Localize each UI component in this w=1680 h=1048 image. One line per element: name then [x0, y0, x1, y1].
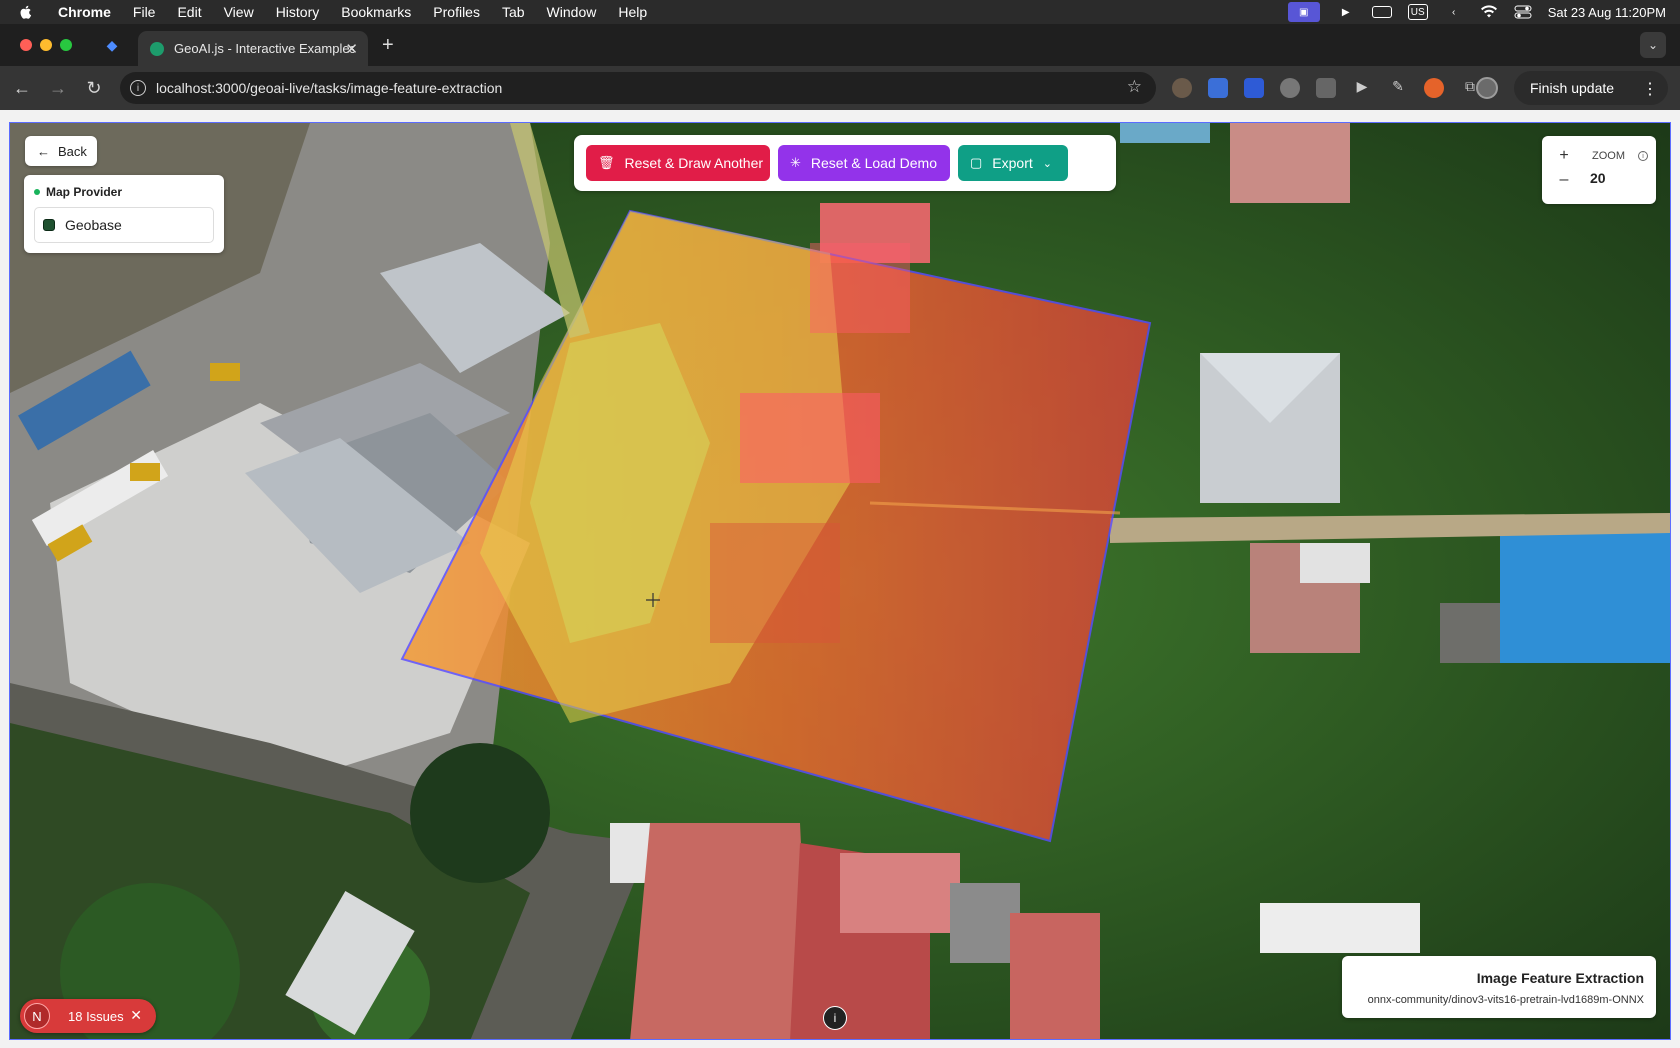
export-button[interactable]: ▢ Export ⌄	[958, 145, 1068, 181]
zoom-info-icon[interactable]: i	[1638, 151, 1648, 161]
action-toolbar: 🗑 Reset & Draw Another ✳ Reset & Load De…	[574, 135, 1116, 191]
browser-toolbar: ← → ↻ i localhost:3000/geoai-live/tasks/…	[0, 66, 1680, 110]
menu-history[interactable]: History	[276, 4, 320, 20]
forward-arrow-icon[interactable]: →	[46, 76, 70, 100]
new-tab-icon[interactable]: +	[382, 34, 394, 57]
crosshair-cursor-icon	[646, 593, 660, 607]
extension-stack-icon[interactable]	[1316, 78, 1336, 98]
export-label: Export	[992, 155, 1033, 171]
extension-eyedropper-icon[interactable]: ✎	[1388, 78, 1408, 98]
reset-load-demo-button[interactable]: ✳ Reset & Load Demo	[778, 145, 950, 181]
control-center-icon[interactable]	[1514, 5, 1532, 19]
zoom-in-button[interactable]: +	[1556, 147, 1572, 164]
reset-demo-label: Reset & Load Demo	[810, 155, 937, 171]
extension-shield-icon[interactable]	[1244, 78, 1264, 98]
status-area: ▣ ▶ US ‹ Sat 23 Aug 11:20PM	[1287, 0, 1666, 24]
chevron-left-icon[interactable]: ‹	[1444, 4, 1464, 20]
satellite-imagery[interactable]	[10, 123, 1671, 1040]
back-button[interactable]: ← Back	[25, 136, 97, 166]
zoom-control: + – ZOOM i 20	[1542, 136, 1656, 204]
extension-circle-icon[interactable]	[1280, 78, 1300, 98]
clock[interactable]: Sat 23 Aug 11:20PM	[1548, 5, 1666, 20]
extension-target-icon[interactable]	[1424, 78, 1444, 98]
map-provider-panel: Map Provider Geobase	[24, 175, 224, 253]
menu-profiles[interactable]: Profiles	[433, 4, 480, 20]
window-controls	[20, 39, 72, 51]
menu-edit[interactable]: Edit	[177, 4, 201, 20]
map-info-icon[interactable]: i	[823, 1006, 847, 1030]
tab-search-chevron-icon[interactable]: ⌄	[1640, 32, 1666, 58]
map-canvas[interactable]: ← Back Map Provider Geobase 🗑 Reset & Dr…	[9, 122, 1671, 1040]
page-viewport: ← Back Map Provider Geobase 🗑 Reset & Dr…	[0, 110, 1680, 1048]
geobase-icon	[43, 219, 55, 231]
more-vert-icon[interactable]: ⋮	[1642, 79, 1658, 99]
keyboard-icon[interactable]	[1371, 6, 1392, 18]
url-text[interactable]: localhost:3000/geoai-live/tasks/image-fe…	[156, 80, 502, 96]
menu-app-chrome[interactable]: Chrome	[58, 4, 111, 20]
zoom-window-button[interactable]	[60, 39, 72, 51]
site-info-icon[interactable]: i	[130, 80, 146, 96]
close-window-button[interactable]	[20, 39, 32, 51]
menu-view[interactable]: View	[224, 4, 254, 20]
close-tab-icon[interactable]: ✕	[345, 40, 358, 58]
tab-strip: ◆ GeoAI.js - Interactive Examples ✕ + ⌄	[0, 24, 1680, 66]
back-arrow-icon[interactable]: ←	[10, 76, 34, 100]
geoai-favicon-icon	[150, 41, 164, 56]
tab-geoai[interactable]: GeoAI.js - Interactive Examples ✕	[138, 31, 368, 66]
task-title: Image Feature Extraction	[1476, 970, 1644, 986]
profile-avatar[interactable]	[1476, 77, 1498, 99]
close-icon[interactable]: ✕	[130, 1007, 142, 1024]
wifi-icon[interactable]	[1480, 5, 1498, 19]
address-bar[interactable]: i localhost:3000/geoai-live/tasks/image-…	[120, 72, 1156, 104]
menu-file[interactable]: File	[133, 4, 156, 20]
chevron-down-icon: ⌄	[1042, 157, 1052, 170]
task-info-card: Image Feature Extraction onnx-community/…	[1342, 956, 1656, 1018]
reset-draw-another-button[interactable]: 🗑 Reset & Draw Another	[586, 145, 770, 181]
file-icon: ▢	[970, 155, 983, 170]
status-dot-icon	[34, 189, 40, 195]
provider-option-geobase[interactable]: Geobase	[34, 207, 214, 243]
finish-update-label: Finish update	[1530, 80, 1615, 96]
menu-tab[interactable]: Tab	[502, 4, 525, 20]
play-icon[interactable]: ▶	[1336, 4, 1356, 20]
minimize-window-button[interactable]	[40, 39, 52, 51]
issues-badge[interactable]: N 18 Issues ✕	[20, 999, 156, 1033]
back-label: Back	[58, 143, 87, 159]
menu-bookmarks[interactable]: Bookmarks	[341, 4, 411, 20]
extension-play-icon[interactable]: ▶	[1352, 78, 1372, 98]
zoom-value: 20	[1590, 170, 1606, 186]
macos-menubar: Chrome File Edit View History Bookmarks …	[0, 0, 1680, 24]
provider-option-label: Geobase	[65, 217, 122, 233]
sparkle-icon: ✳	[790, 155, 801, 170]
bookmark-star-icon[interactable]: ☆	[1127, 77, 1142, 97]
input-source-us[interactable]: US	[1407, 4, 1428, 20]
pinned-tab-diamond-icon[interactable]: ◆	[100, 34, 124, 56]
finish-update-button[interactable]: Finish update ⋮	[1514, 71, 1668, 105]
apple-icon[interactable]	[18, 4, 34, 20]
screen-share-icon[interactable]: ▣	[1287, 2, 1320, 22]
reset-draw-label: Reset & Draw Another	[624, 155, 764, 171]
arrow-left-icon: ←	[37, 143, 50, 159]
menu-window[interactable]: Window	[547, 4, 597, 20]
issues-label: 18 Issues	[68, 1008, 124, 1024]
nextjs-logo-icon: N	[24, 1003, 50, 1029]
zoom-label: ZOOM	[1592, 150, 1625, 162]
reload-icon[interactable]: ↻	[82, 76, 106, 100]
menu-help[interactable]: Help	[618, 4, 647, 20]
extension-cookie-icon[interactable]	[1172, 78, 1192, 98]
trash-icon: 🗑	[598, 155, 615, 170]
map-provider-title-text: Map Provider	[46, 185, 123, 199]
map-provider-title: Map Provider	[34, 185, 122, 199]
task-model: onnx-community/dinov3-vits16-pretrain-lv…	[1367, 994, 1644, 1006]
extension-translate-icon[interactable]	[1208, 78, 1228, 98]
tab-title: GeoAI.js - Interactive Examples	[174, 41, 354, 56]
